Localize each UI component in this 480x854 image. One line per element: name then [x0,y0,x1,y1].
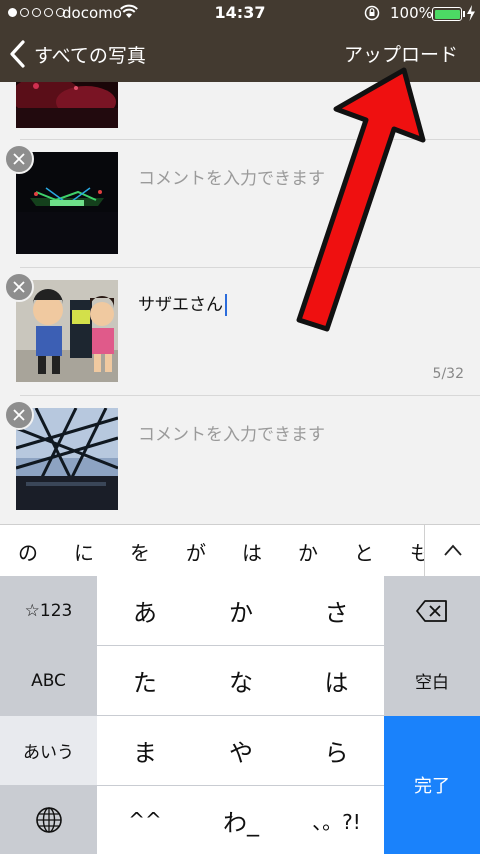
suggestion-item[interactable]: か [298,537,318,566]
suggestion-item[interactable]: は [242,537,262,566]
numbers-key[interactable]: ☆123 [0,576,97,645]
suggestion-item[interactable]: が [186,537,206,566]
punctuation-key[interactable]: 、。?! [289,786,384,854]
prediction-bar: の に を が は か と も [0,524,480,577]
abc-key[interactable]: ABC [0,646,97,715]
key-wa[interactable]: わ_ [193,786,289,854]
key-ya[interactable]: や [193,716,289,785]
delete-key[interactable] [384,576,480,645]
key-ra[interactable]: ら [289,716,384,785]
key-na[interactable]: な [193,646,289,715]
key-ha[interactable]: は [289,646,384,715]
expand-suggestions-button[interactable] [424,525,480,577]
chevron-up-icon [444,544,462,556]
suggestion-item[interactable]: の [18,537,38,566]
key-sa[interactable]: さ [289,576,384,645]
suggestion-item[interactable]: に [74,537,94,566]
done-key[interactable]: 完了 [384,716,480,854]
suggestion-item[interactable]: を [130,537,150,566]
dakuten-key[interactable]: ^^ [97,786,193,854]
globe-icon [35,807,62,833]
kana-key[interactable]: あいう [0,716,97,785]
delete-icon [416,599,447,622]
key-ka[interactable]: か [193,576,289,645]
keyboard: ☆123 あ か さ ABC た な は 空白 あいう ま や ら 完了 ^^ … [0,576,480,854]
key-a[interactable]: あ [97,576,193,645]
suggestion-item[interactable]: と [354,537,374,566]
space-key[interactable]: 空白 [384,646,480,715]
globe-key[interactable] [0,786,97,854]
key-ta[interactable]: た [97,646,193,715]
key-ma[interactable]: ま [97,716,193,785]
